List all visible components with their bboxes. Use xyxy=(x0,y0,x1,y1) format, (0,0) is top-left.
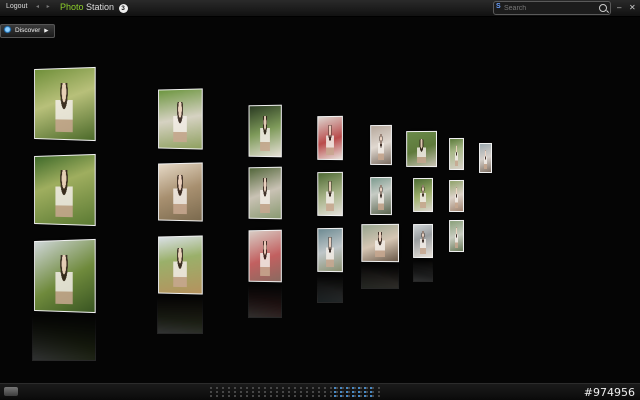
photo-subject xyxy=(260,240,270,277)
photo-subject xyxy=(374,232,386,258)
discover-button[interactable]: Discover ▶ xyxy=(0,24,55,38)
photo-thumbnail[interactable] xyxy=(413,223,433,259)
app-title: Photo Station 3 xyxy=(60,2,128,13)
photo-reflection xyxy=(32,314,96,361)
view-toggle-button[interactable] xyxy=(4,387,18,396)
photo-thumbnail[interactable] xyxy=(248,166,282,220)
photo-thumbnail[interactable] xyxy=(449,219,464,253)
search-input[interactable] xyxy=(504,2,592,14)
photo-thumbnail[interactable] xyxy=(158,162,203,222)
photo-thumbnail[interactable] xyxy=(370,176,392,216)
photo-thumbnail[interactable] xyxy=(361,223,399,263)
photo-subject xyxy=(260,177,270,214)
photo-thumbnail[interactable] xyxy=(449,179,464,213)
photo-subject xyxy=(173,101,187,143)
photo-subject xyxy=(55,82,73,133)
photo-thumbnail[interactable] xyxy=(34,66,96,142)
photo-thumbnail[interactable] xyxy=(34,153,96,227)
app-title-station: Station xyxy=(86,2,115,12)
photo-subject xyxy=(173,175,187,215)
photo-thumbnail[interactable] xyxy=(406,130,437,168)
photo-thumbnail[interactable] xyxy=(449,137,464,171)
search-box[interactable]: S xyxy=(493,1,611,15)
photo-reflection xyxy=(413,260,433,282)
discover-icon xyxy=(3,25,12,34)
search-icon[interactable] xyxy=(599,4,607,12)
nav-arrows[interactable]: ◂ ▸ xyxy=(36,3,53,10)
photo-subject xyxy=(454,144,459,167)
photo-thumbnail[interactable] xyxy=(317,227,343,273)
photo-thumbnail[interactable] xyxy=(158,235,203,295)
photo-thumbnail[interactable] xyxy=(479,142,492,174)
play-arrow-icon: ▶ xyxy=(44,28,49,34)
photo-subject xyxy=(420,231,426,254)
photo-reflection xyxy=(361,264,399,289)
discover-label: Discover xyxy=(15,27,41,34)
timeline-active-range[interactable] xyxy=(332,386,374,398)
photo-subject xyxy=(173,248,187,288)
photo-subject xyxy=(326,237,334,267)
photo-subject xyxy=(378,185,384,211)
photo-thumbnail[interactable] xyxy=(34,238,96,314)
photo-subject xyxy=(55,254,73,305)
version-badge: 3 xyxy=(118,4,128,13)
bottom-bar: #974956 xyxy=(0,383,640,400)
photo-thumbnail[interactable] xyxy=(370,124,392,166)
photo-wall xyxy=(0,40,640,380)
photo-subject xyxy=(378,133,384,161)
photo-thumbnail[interactable] xyxy=(158,88,203,150)
photo-thumbnail[interactable] xyxy=(413,177,433,213)
photo-thumbnail[interactable] xyxy=(317,171,343,217)
photo-subject xyxy=(483,149,488,170)
photo-subject xyxy=(454,186,459,209)
photo-reflection xyxy=(157,296,203,334)
title-bar: Logout ◂ ▸ Photo Station 3 S – ✕ xyxy=(0,0,640,17)
logout-link[interactable]: Logout xyxy=(6,3,27,10)
photo-subject xyxy=(55,169,73,218)
close-button[interactable]: ✕ xyxy=(629,3,636,12)
photo-subject xyxy=(420,185,426,208)
photo-thumbnail[interactable] xyxy=(317,115,343,161)
photo-reflection xyxy=(248,284,282,318)
photo-thumbnail[interactable] xyxy=(248,104,282,158)
photo-subject xyxy=(326,181,334,211)
minimize-button[interactable]: – xyxy=(617,3,621,12)
photo-thumbnail[interactable] xyxy=(248,229,282,283)
photo-subject xyxy=(326,125,334,155)
photo-reflection xyxy=(317,274,343,303)
photo-subject xyxy=(260,115,270,152)
photo-subject xyxy=(417,138,426,163)
search-brand-icon: S xyxy=(496,3,501,10)
watermark-text: #974956 xyxy=(583,386,635,399)
photo-subject xyxy=(454,226,459,249)
app-title-photo: Photo xyxy=(60,2,84,12)
